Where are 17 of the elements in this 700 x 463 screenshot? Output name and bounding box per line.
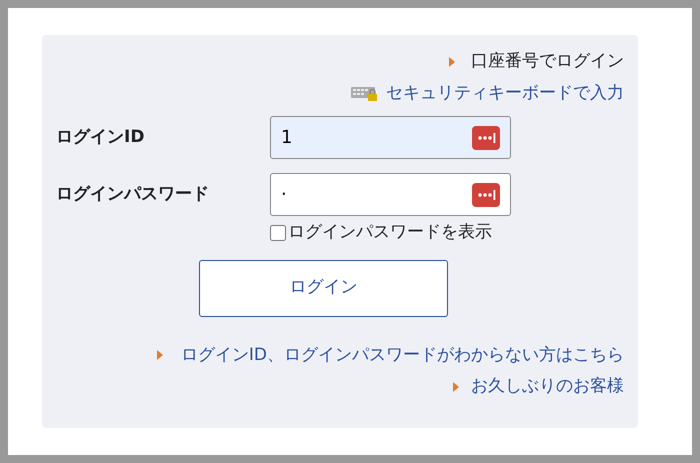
forgot-credentials-link[interactable]: ログインID、ログインパスワードがわからない方はこちら [180, 342, 624, 368]
keyboard-icon [351, 84, 378, 102]
arrow-icon [449, 56, 455, 67]
show-password-checkbox[interactable] [270, 224, 286, 241]
checkbox-label: ログインパスワードを表示 [288, 221, 492, 244]
security-keyboard-link[interactable]: セキュリティキーボードで入力 [386, 80, 624, 106]
field-label: ログインパスワード [56, 182, 210, 206]
password-manager-icon[interactable] [472, 126, 500, 150]
field-label: ログインID [56, 126, 146, 149]
arrow-icon [156, 350, 163, 360]
password-field[interactable]: · [270, 173, 511, 216]
password-manager-icon[interactable] [472, 183, 500, 207]
returning-customer-link[interactable]: お久しぶりのお客様 [471, 374, 624, 400]
login-by-account-link[interactable]: 口座番号でログイン [471, 49, 624, 74]
login-id-field[interactable]: 1 [270, 116, 511, 159]
login-button[interactable]: ログイン [199, 260, 448, 316]
arrow-icon [453, 382, 459, 392]
